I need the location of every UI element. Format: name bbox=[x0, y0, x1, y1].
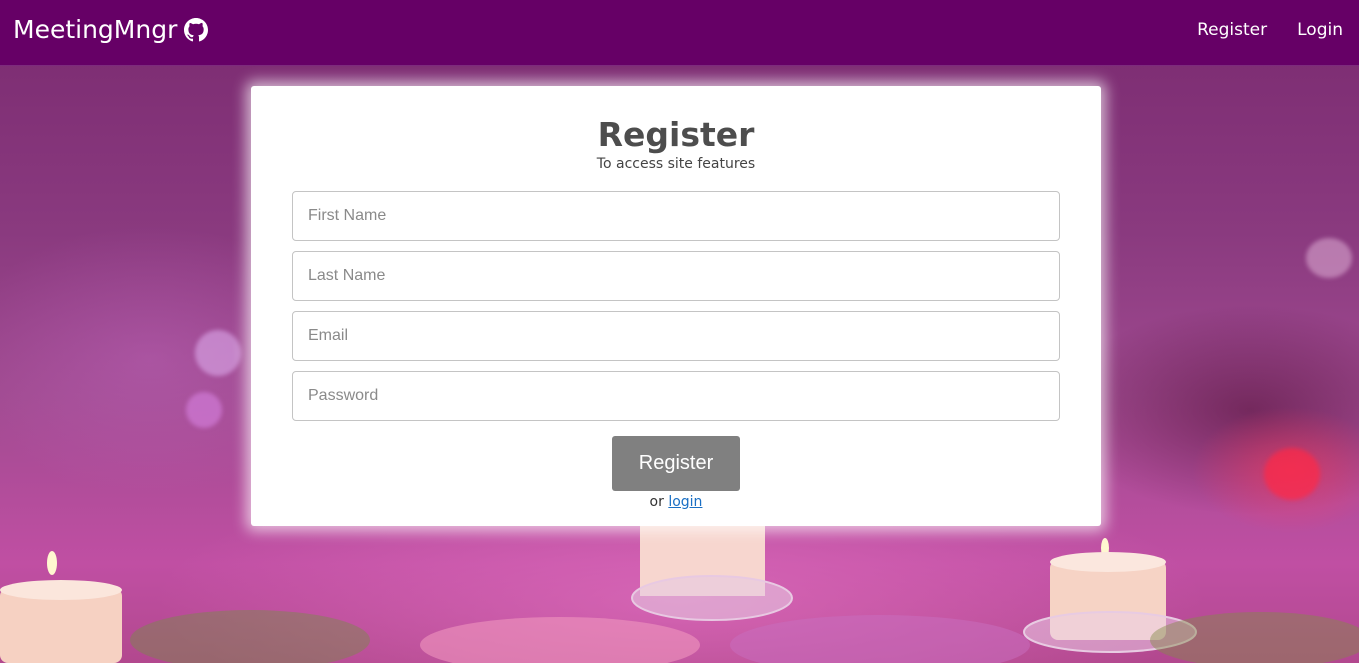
flowers-image bbox=[130, 610, 1359, 663]
last-name-input[interactable] bbox=[292, 251, 1060, 301]
background-bokeh bbox=[186, 392, 222, 428]
github-icon[interactable] bbox=[184, 17, 209, 42]
brand-name: MeetingMngr bbox=[13, 15, 178, 44]
background-bokeh bbox=[1306, 238, 1352, 278]
nav-links: Register Login bbox=[1183, 0, 1359, 60]
login-alternative: or login bbox=[251, 494, 1101, 510]
page-subtitle: To access site features bbox=[596, 156, 756, 172]
login-link[interactable]: login bbox=[668, 494, 702, 510]
nav-register-link[interactable]: Register bbox=[1197, 20, 1267, 40]
page-title: Register bbox=[597, 115, 755, 154]
register-button[interactable]: Register bbox=[612, 436, 740, 491]
background-bokeh bbox=[1264, 448, 1320, 500]
background-bokeh bbox=[195, 330, 241, 376]
page: MeetingMngr Register Login Register To a… bbox=[0, 0, 1359, 663]
nav-login-link[interactable]: Login bbox=[1297, 20, 1343, 40]
or-text: or bbox=[649, 494, 664, 510]
first-name-input[interactable] bbox=[292, 191, 1060, 241]
password-input[interactable] bbox=[292, 371, 1060, 421]
brand-link[interactable]: MeetingMngr bbox=[13, 15, 209, 44]
register-card: Register To access site features Registe… bbox=[251, 86, 1101, 526]
email-input[interactable] bbox=[292, 311, 1060, 361]
navbar: MeetingMngr Register Login bbox=[0, 0, 1359, 66]
